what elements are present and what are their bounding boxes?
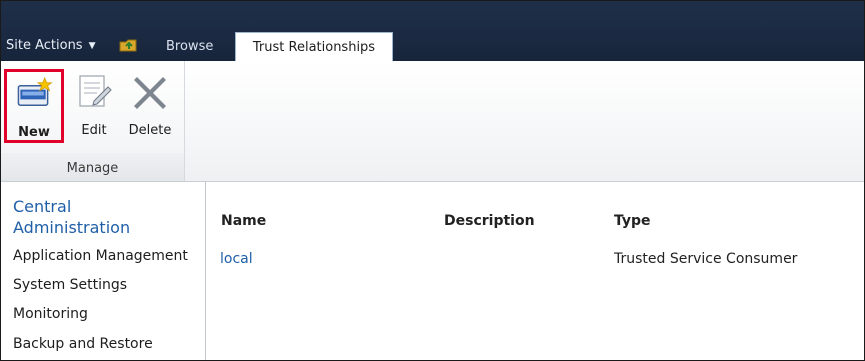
site-actions-label: Site Actions: [6, 38, 83, 53]
new-button[interactable]: New: [4, 69, 64, 143]
edit-button-label: Edit: [81, 123, 107, 138]
chevron-down-icon: ▼: [88, 40, 96, 51]
delete-icon: [134, 77, 166, 109]
ribbon-group-manage: New Edit Delete Manage: [1, 61, 185, 181]
column-header-name[interactable]: Name: [221, 213, 266, 229]
column-header-description[interactable]: Description: [444, 213, 535, 229]
site-actions-menu[interactable]: Site Actions ▼: [6, 38, 96, 53]
sharepoint-window: Site Actions ▼ Browse Trust Relationship…: [0, 0, 865, 361]
ribbon-group-label: Manage: [66, 161, 119, 176]
navigate-up-icon[interactable]: [119, 37, 139, 53]
column-header-type[interactable]: Type: [614, 213, 651, 229]
ribbon: New Edit Delete Manage: [1, 61, 864, 182]
edit-icon: [79, 75, 112, 107]
tab-browse[interactable]: Browse: [166, 39, 213, 54]
nav-item-monitoring[interactable]: Monitoring: [13, 306, 88, 322]
tab-trust-relationships[interactable]: Trust Relationships: [235, 32, 393, 61]
trust-list: Name Description Type local Trusted Serv…: [206, 182, 864, 360]
row-name-link[interactable]: local: [220, 251, 253, 267]
nav-item-application-management[interactable]: Application Management: [13, 248, 188, 264]
new-button-label: New: [18, 125, 50, 140]
delete-button[interactable]: Delete: [121, 69, 179, 143]
row-type: Trusted Service Consumer: [614, 251, 798, 267]
quick-launch-heading[interactable]: Central Administration: [13, 196, 193, 238]
delete-button-label: Delete: [128, 123, 172, 138]
new-item-icon: [17, 76, 53, 106]
nav-item-backup-and-restore[interactable]: Backup and Restore: [13, 336, 153, 352]
nav-item-system-settings[interactable]: System Settings: [13, 277, 127, 293]
edit-button[interactable]: Edit: [71, 69, 117, 143]
top-navigation-bar: Site Actions ▼ Browse Trust Relationship…: [1, 1, 864, 61]
quick-launch: Central Administration Application Manag…: [1, 182, 206, 360]
